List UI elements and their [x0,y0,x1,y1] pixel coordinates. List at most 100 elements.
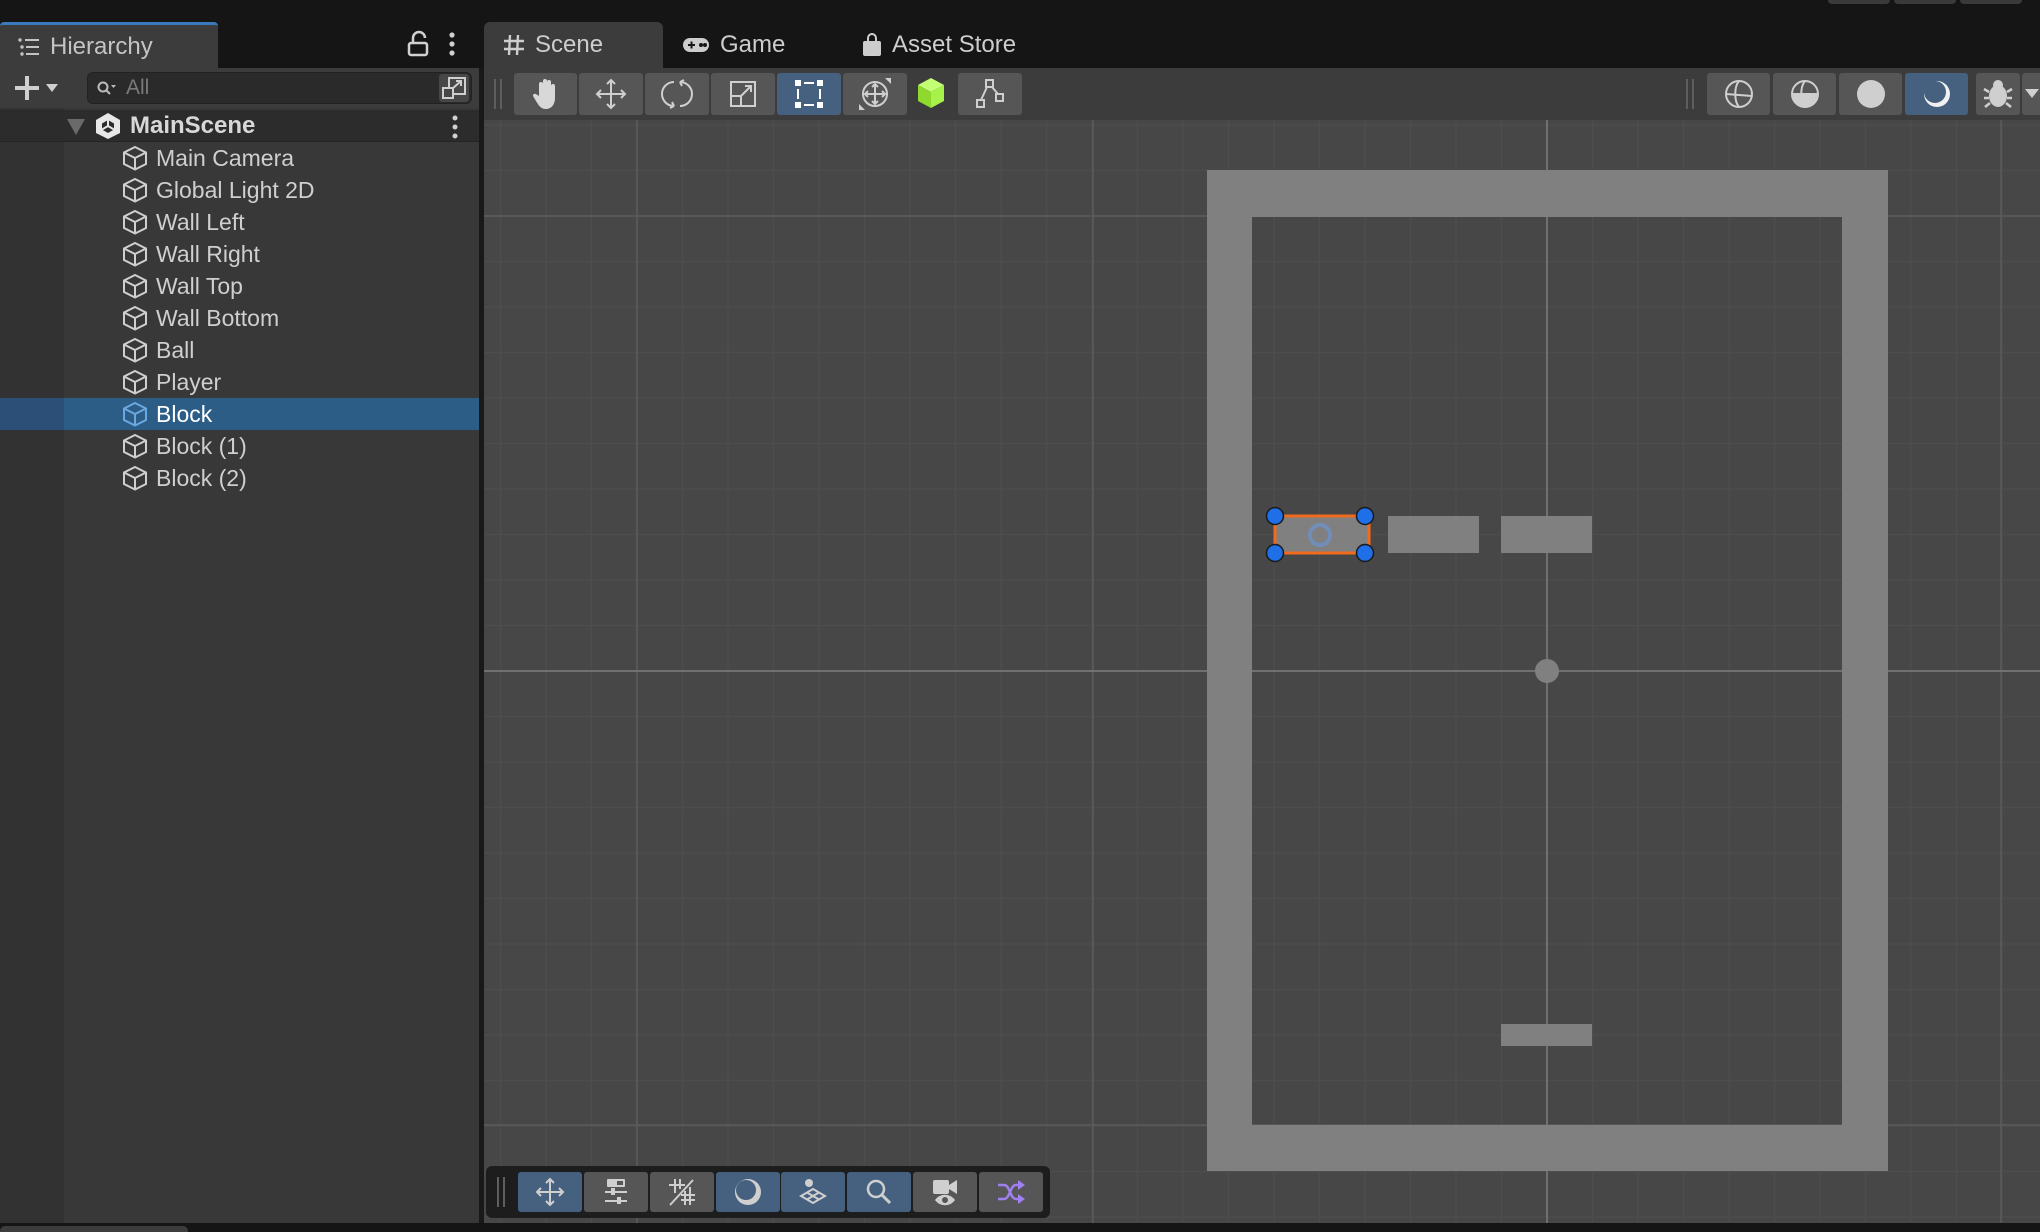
tab-game[interactable]: Game [682,22,785,68]
grid-toggle-button[interactable] [650,1172,714,1212]
hierarchy-item[interactable]: Wall Bottom [0,302,479,334]
shuffle-toggle-button[interactable] [979,1172,1043,1212]
window-button[interactable] [1828,0,1890,4]
tab-asset-store[interactable]: Asset Store [862,22,1016,68]
scene-visibility-button[interactable] [439,74,469,102]
green-cube-icon [918,78,944,108]
2d-lighting-toggle-button[interactable] [1905,73,1968,115]
unity-scene-icon [96,113,120,139]
expand-arrow-icon[interactable] [66,118,86,136]
search-toggle-button[interactable] [847,1172,911,1212]
rotate-icon [661,79,693,109]
bottom-tab[interactable] [0,1226,188,1232]
hierarchy-item-label: Wall Right [156,240,260,267]
wall-bottom[interactable] [1207,1125,1888,1171]
tab-hierarchy[interactable]: Hierarchy [0,22,218,68]
chevron-down-icon [2025,89,2039,98]
edit-collider-button[interactable] [958,73,1022,115]
tab-scene[interactable]: Scene [503,22,603,68]
grid-toggle-icon [669,1179,695,1206]
overlay-grip[interactable] [497,1177,505,1207]
view-tool-toggle-button[interactable] [518,1172,582,1212]
hierarchy-item-label: Wall Top [156,272,243,299]
resize-handle[interactable] [1265,506,1285,526]
toolbar-grip[interactable] [494,79,502,109]
resize-handle[interactable] [1355,543,1375,563]
hierarchy-item[interactable]: Wall Right [0,238,479,270]
scene-view[interactable] [484,120,2040,1223]
kebab-menu-icon[interactable] [444,30,460,58]
scene-canvas[interactable] [484,120,2040,1223]
status-bar [0,1223,2040,1232]
wireframe-shading-button[interactable] [1707,73,1770,115]
shopping-bag-icon [863,33,881,56]
window-button[interactable] [1894,0,1956,4]
hand-tool-button[interactable] [514,73,577,115]
scale-tool-button[interactable] [711,73,775,115]
gameobject-cube-icon [123,369,147,395]
wall-top[interactable] [1207,170,1888,217]
block-selected[interactable] [1275,516,1369,553]
block-1[interactable] [1388,516,1479,553]
rotate-tool-button[interactable] [645,73,709,115]
hierarchy-item[interactable]: Player [0,366,479,398]
lighting-toggle-icon [735,1179,761,1205]
selection-gutter [0,398,64,430]
add-object-button[interactable] [12,74,64,102]
hierarchy-item-label: Ball [156,336,195,363]
polygon-edit-icon [976,79,1004,108]
transform-icon [859,78,891,110]
scene-header-row[interactable]: MainScene [0,110,479,142]
resize-handle[interactable] [1265,543,1285,563]
rect-tool-button[interactable] [777,73,841,115]
hierarchy-item[interactable]: Block [0,398,479,430]
wall-right[interactable] [1842,170,1888,1171]
camera-visibility-icon [933,1180,957,1206]
hierarchy-item[interactable]: Ball [0,334,479,366]
hand-icon [532,79,555,109]
move-tool-button[interactable] [579,73,643,115]
gameobject-cube-icon [123,401,147,427]
hierarchy-item[interactable]: Block (1) [0,430,479,462]
hierarchy-item-label: Main Camera [156,144,295,171]
debug-draw-button[interactable] [1976,73,2020,115]
search-toggle-icon [866,1179,892,1205]
scene-kebab-menu-icon[interactable] [448,114,462,140]
search-icon [97,81,116,95]
gameobject-cube-icon [123,465,147,491]
hierarchy-item[interactable]: Block (2) [0,462,479,494]
custom-tool-button[interactable] [916,76,946,112]
view-tool-toggle-icon [535,1177,565,1207]
camera-visibility-button[interactable] [913,1172,977,1212]
plus-dropdown-icon [15,76,58,100]
lock-icon[interactable] [406,30,432,58]
hierarchy-item[interactable]: Main Camera [0,142,479,174]
ball[interactable] [1535,659,1559,683]
toolbar-grip-right[interactable] [1686,79,1694,109]
tab-game-label: Game [720,31,786,58]
window-button[interactable] [1960,0,2022,4]
block-2[interactable] [1501,516,1592,553]
resize-handle[interactable] [1355,506,1375,526]
tab-scene-label: Scene [535,31,604,58]
debug-draw-dropdown[interactable] [2022,73,2040,115]
gameobject-cube-icon [123,209,147,235]
hierarchy-item-label: Block (2) [156,464,247,491]
hierarchy-item[interactable]: Wall Top [0,270,479,302]
hierarchy-item[interactable]: Wall Left [0,206,479,238]
open-window-icon [442,77,466,99]
wall-left[interactable] [1207,170,1252,1171]
transform-tool-button[interactable] [843,73,907,115]
tab-asset-store-label: Asset Store [892,31,1017,58]
shuffle-toggle-icon [998,1180,1025,1204]
gameobject-cube-icon [123,241,147,267]
hierarchy-item[interactable]: Global Light 2D [0,174,479,206]
player-paddle[interactable] [1501,1024,1592,1046]
hierarchy-item-label: Wall Left [156,208,245,235]
shaded-wireframe-button[interactable] [1773,73,1836,115]
shaded-button[interactable] [1839,73,1902,115]
draw-mode-options-button[interactable] [584,1172,648,1212]
hierarchy-search-input[interactable]: All [87,72,472,104]
lighting-toggle-button[interactable] [716,1172,780,1212]
orientation-toggle-button[interactable] [781,1172,845,1212]
